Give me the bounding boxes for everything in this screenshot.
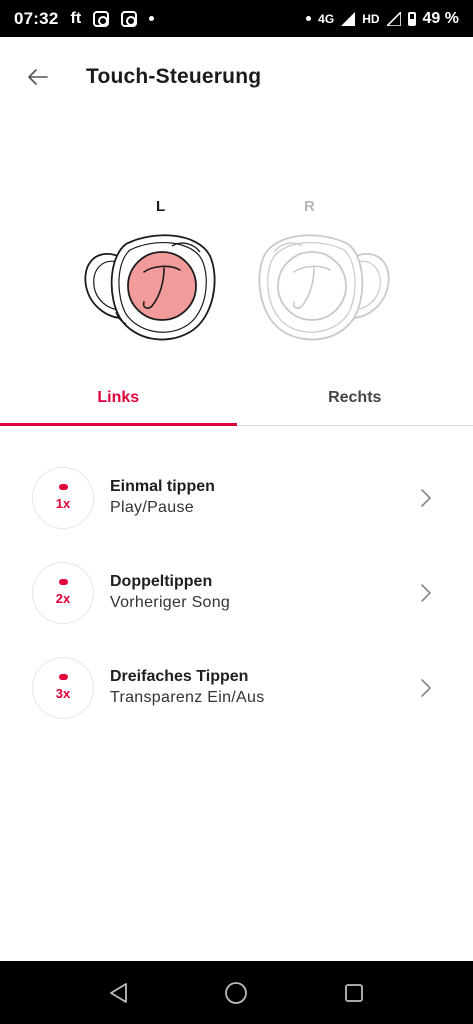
notification-dot-icon-right [306,16,312,21]
gesture-row-triple-tap[interactable]: 3x Dreifaches Tippen Transparenz Ein/Aus [0,640,473,735]
back-button[interactable] [0,37,76,117]
signal-icon [341,11,356,26]
network-type: 4G [318,11,335,26]
page-title: Touch-Steuerung [86,65,262,88]
gesture-action: Transparenz Ein/Aus [110,689,265,706]
gesture-texts: Dreifaches Tippen Transparenz Ein/Aus [110,668,419,707]
left-earbud-icon[interactable] [84,234,216,341]
gesture-texts: Doppeltippen Vorheriger Song [110,573,419,612]
chevron-right-icon [421,678,431,697]
nav-recents-button[interactable] [334,973,374,1013]
notification-dot-icon [149,16,155,21]
signal-icon-2 [386,11,401,26]
triangle-back-icon [109,982,127,1003]
tap-count-badge: 1x [32,466,94,529]
chevron-right-icon [421,488,431,507]
gesture-title: Dreifaches Tippen [110,668,249,685]
gesture-title: Einmal tippen [110,478,215,495]
chevron-right-icon [421,583,431,602]
back-arrow-icon [28,69,48,85]
tap-count-badge: 2x [32,561,94,624]
circle-home-icon [225,981,248,1004]
tap-count: 1x [55,496,71,511]
instagram-icon [93,10,110,27]
right-earbud-label[interactable]: R [304,198,315,215]
tap-count-badge: 3x [32,656,94,719]
ft-app-icon: ft [70,9,82,27]
gesture-row-single-tap[interactable]: 1x Einmal tippen Play/Pause [0,450,473,545]
app-header: Touch-Steuerung [0,37,473,117]
tap-indicator-icon [58,579,68,585]
right-earbud-icon[interactable] [258,234,390,341]
tab-rechts[interactable]: Rechts [237,370,473,425]
nav-home-button[interactable] [216,973,256,1013]
battery-icon [407,11,416,26]
tap-indicator-icon [58,674,68,680]
gesture-title: Doppeltippen [110,573,213,590]
tap-count: 2x [55,591,71,606]
gesture-action: Vorheriger Song [110,594,231,611]
side-tabs: Links Rechts [0,370,473,426]
nav-back-button[interactable] [99,973,139,1013]
system-nav-bar [0,961,473,1024]
left-earbud-label[interactable]: L [156,198,165,215]
gesture-action: Play/Pause [110,499,194,516]
status-right: 4G HD 49 % [306,10,459,28]
square-recents-icon [345,983,364,1002]
tap-indicator-icon [58,484,68,490]
earbuds-illustration [84,234,390,341]
battery-percent: 49 % [422,9,459,27]
gesture-texts: Einmal tippen Play/Pause [110,478,419,517]
status-time: 07:32 [14,8,59,28]
gesture-list: 1x Einmal tippen Play/Pause 2x Doppeltip… [0,450,473,735]
gesture-row-double-tap[interactable]: 2x Doppeltippen Vorheriger Song [0,545,473,640]
status-bar: 07:32 ft 4G HD 49 % [0,0,473,37]
tab-links[interactable]: Links [0,370,237,426]
tap-count: 3x [55,686,71,701]
instagram-icon-2 [121,10,138,27]
status-left: 07:32 ft [14,8,155,29]
hd-label: HD [362,11,380,26]
